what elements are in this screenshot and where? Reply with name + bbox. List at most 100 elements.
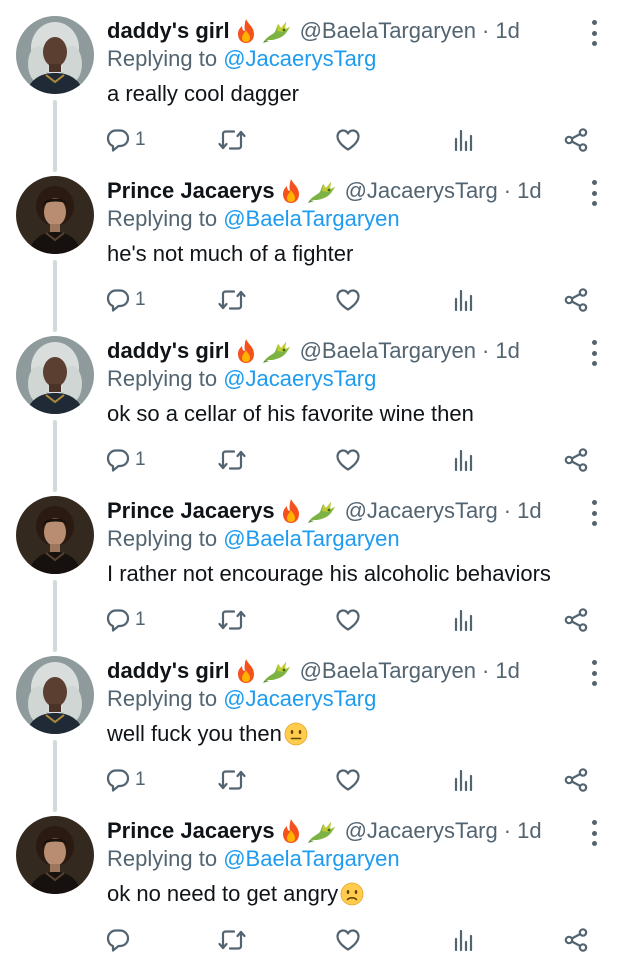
analytics-button[interactable] [450, 126, 476, 154]
replying-to-line: Replying to @JacaerysTarg [107, 366, 376, 392]
replying-to-label: Replying to [107, 846, 218, 871]
display-name[interactable]: Prince Jacaerys [107, 818, 275, 844]
analytics-button[interactable] [450, 286, 476, 314]
like-button[interactable] [335, 766, 361, 794]
mention-link[interactable]: @JacaerysTarg [223, 46, 376, 71]
timestamp[interactable]: 1d [495, 338, 519, 364]
tweet-1[interactable]: daddy's girl @BaelaTargaryen · 1d Replyi… [0, 0, 625, 172]
user-handle[interactable]: @JacaerysTarg [345, 498, 498, 524]
reply-count: 1 [135, 449, 146, 470]
timestamp[interactable]: 1d [517, 818, 541, 844]
avatar-image [16, 816, 94, 894]
user-handle[interactable]: @JacaerysTarg [345, 818, 498, 844]
like-icon [336, 769, 360, 791]
share-button[interactable] [563, 446, 589, 474]
reply-button[interactable]: 1 [105, 286, 146, 314]
analytics-button[interactable] [450, 926, 476, 954]
timestamp[interactable]: 1d [517, 178, 541, 204]
analytics-button[interactable] [450, 606, 476, 634]
retweet-button[interactable] [217, 766, 247, 794]
retweet-button[interactable] [217, 926, 247, 954]
tweet-4[interactable]: Prince Jacaerys @JacaerysTarg · 1d Reply… [0, 480, 625, 652]
reply-button[interactable]: 1 [105, 606, 146, 634]
display-name[interactable]: daddy's girl [107, 338, 230, 364]
user-handle[interactable]: @BaelaTargaryen [300, 18, 476, 44]
tweet-text-content: he's not much of a fighter [107, 241, 354, 266]
avatar-image [16, 336, 94, 414]
tweet-6[interactable]: Prince Jacaerys @JacaerysTarg · 1d Reply… [0, 800, 625, 960]
like-button[interactable] [335, 126, 361, 154]
more-options-icon[interactable] [589, 340, 599, 366]
tweet-2[interactable]: Prince Jacaerys @JacaerysTarg · 1d Reply… [0, 160, 625, 332]
display-name[interactable]: daddy's girl [107, 18, 230, 44]
replying-to-label: Replying to [107, 366, 218, 391]
dragon-emoji [262, 658, 292, 684]
display-name[interactable]: daddy's girl [107, 658, 230, 684]
avatar[interactable] [16, 336, 94, 414]
like-button[interactable] [335, 286, 361, 314]
retweet-icon [218, 610, 246, 630]
separator-dot: · [482, 18, 490, 43]
analytics-icon [454, 769, 473, 792]
analytics-button[interactable] [450, 766, 476, 794]
mention-link[interactable]: @BaelaTargaryen [223, 846, 399, 871]
timestamp[interactable]: 1d [495, 658, 519, 684]
tweet-text-content: a really cool dagger [107, 81, 300, 106]
share-button[interactable] [563, 126, 589, 154]
replying-to-label: Replying to [107, 46, 218, 71]
share-button[interactable] [563, 926, 589, 954]
tweet-text-content: ok no need to get angry [107, 881, 339, 906]
user-handle[interactable]: @BaelaTargaryen [300, 338, 476, 364]
timestamp[interactable]: 1d [495, 18, 519, 44]
avatar[interactable] [16, 816, 94, 894]
mention-link[interactable]: @JacaerysTarg [223, 366, 376, 391]
tweet-5[interactable]: daddy's girl @BaelaTargaryen · 1d Replyi… [0, 640, 625, 812]
retweet-button[interactable] [217, 606, 247, 634]
more-options-icon[interactable] [589, 180, 599, 206]
more-options-icon[interactable] [589, 20, 599, 46]
replying-to-label: Replying to [107, 686, 218, 711]
retweet-button[interactable] [217, 446, 247, 474]
reply-button[interactable]: 1 [105, 126, 146, 154]
share-button[interactable] [563, 286, 589, 314]
share-button[interactable] [563, 766, 589, 794]
slightly-frowning-face-emoji [340, 882, 364, 906]
more-options-icon[interactable] [589, 500, 599, 526]
analytics-button[interactable] [450, 446, 476, 474]
tweet-text: I rather not encourage his alcoholic beh… [107, 561, 551, 587]
reply-button[interactable]: 1 [105, 766, 146, 794]
tweet-actions: 1 [105, 126, 605, 154]
avatar[interactable] [16, 656, 94, 734]
dragon-emoji [307, 498, 337, 524]
like-button[interactable] [335, 606, 361, 634]
share-button[interactable] [563, 606, 589, 634]
user-handle[interactable]: @JacaerysTarg [345, 178, 498, 204]
share-icon [564, 928, 588, 952]
tweet-text-content: I rather not encourage his alcoholic beh… [107, 561, 551, 586]
like-button[interactable] [335, 446, 361, 474]
avatar[interactable] [16, 176, 94, 254]
more-options-icon[interactable] [589, 660, 599, 686]
avatar[interactable] [16, 496, 94, 574]
reply-button[interactable] [105, 926, 131, 954]
like-button[interactable] [335, 926, 361, 954]
display-name[interactable]: Prince Jacaerys [107, 178, 275, 204]
retweet-button[interactable] [217, 286, 247, 314]
avatar[interactable] [16, 16, 94, 94]
mention-link[interactable]: @BaelaTargaryen [223, 206, 399, 231]
tweet-3[interactable]: daddy's girl @BaelaTargaryen · 1d Replyi… [0, 320, 625, 492]
retweet-button[interactable] [217, 126, 247, 154]
reply-button[interactable]: 1 [105, 446, 146, 474]
timestamp[interactable]: 1d [517, 498, 541, 524]
mention-link[interactable]: @JacaerysTarg [223, 686, 376, 711]
mention-link[interactable]: @BaelaTargaryen [223, 526, 399, 551]
avatar-image [16, 656, 94, 734]
avatar-image [16, 16, 94, 94]
replying-to-label: Replying to [107, 206, 218, 231]
user-handle[interactable]: @BaelaTargaryen [300, 658, 476, 684]
separator-dot: · [482, 338, 490, 363]
more-options-icon[interactable] [589, 820, 599, 846]
display-name[interactable]: Prince Jacaerys [107, 498, 275, 524]
reply-icon [106, 449, 130, 472]
tweet-actions: 1 [105, 446, 605, 474]
